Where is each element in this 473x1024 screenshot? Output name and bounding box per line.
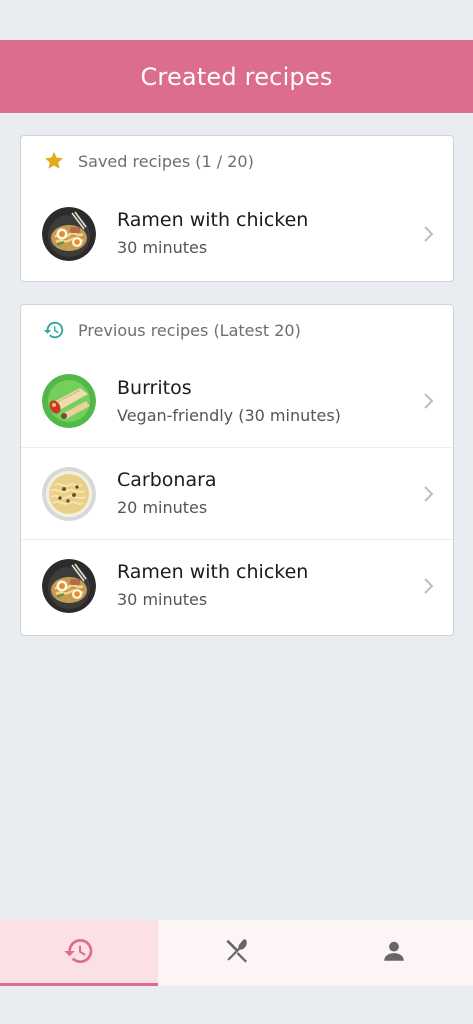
star-icon: [43, 150, 65, 172]
recipe-subtitle: 30 minutes: [117, 590, 208, 609]
ramen-thumbnail: [42, 558, 96, 613]
chevron-right-icon: [421, 224, 435, 244]
person-icon: [381, 938, 407, 968]
chevron-right-icon: [421, 484, 435, 504]
carbonara-thumbnail: [42, 466, 96, 521]
chevron-right-icon: [421, 391, 435, 411]
burritos-thumbnail: [42, 374, 96, 428]
app-header: Created recipes: [0, 40, 473, 113]
tab-recipes[interactable]: [158, 920, 316, 986]
tab-history[interactable]: [0, 920, 158, 986]
recipe-title: Burritos: [117, 376, 192, 399]
tab-profile[interactable]: [315, 920, 473, 986]
history-icon: [43, 319, 65, 341]
previous-recipes-card: Previous recipes (Latest 20) Burritos Ve…: [20, 304, 454, 636]
utensils-icon: [222, 936, 252, 970]
previous-recipes-heading: Previous recipes (Latest 20): [78, 320, 301, 340]
previous-recipes-header: Previous recipes (Latest 20): [21, 305, 453, 355]
recipe-title: Ramen with chicken: [117, 209, 309, 231]
saved-recipes-card: Saved recipes (1 / 20) Ramen with chicke…: [20, 135, 454, 282]
page-title: Created recipes: [140, 62, 333, 91]
recipe-title: Carbonara: [117, 469, 217, 491]
recipe-subtitle: 30 minutes: [117, 238, 208, 257]
list-item[interactable]: Ramen with chicken 30 minutes: [21, 539, 453, 631]
ramen-thumbnail: [42, 206, 96, 261]
recipe-subtitle: 20 minutes: [117, 498, 208, 517]
chevron-right-icon: [421, 576, 435, 596]
list-item[interactable]: Ramen with chicken 30 minutes: [21, 186, 453, 281]
recipe-subtitle: Vegan-friendly (30 minutes): [117, 405, 341, 425]
recipe-title: Ramen with chicken: [117, 561, 309, 583]
list-item[interactable]: Burritos Vegan-friendly (30 minutes): [21, 355, 453, 447]
history-icon: [63, 935, 95, 971]
list-item[interactable]: Carbonara 20 minutes: [21, 447, 453, 539]
bottom-tab-bar: [0, 920, 473, 986]
saved-recipes-heading: Saved recipes (1 / 20): [78, 151, 254, 171]
saved-recipes-header: Saved recipes (1 / 20): [21, 136, 453, 186]
